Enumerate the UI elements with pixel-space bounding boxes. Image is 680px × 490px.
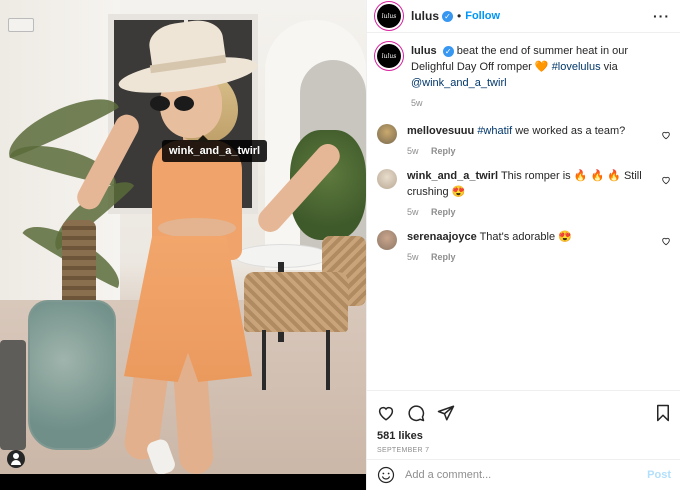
comment-item: wink_and_a_twirl This romper is 🔥 🔥 🔥 St… <box>377 168 671 219</box>
add-comment-input[interactable] <box>405 469 648 481</box>
caption-username[interactable]: lulus <box>411 45 437 57</box>
comment-body: wink_and_a_twirl This romper is 🔥 🔥 🔥 St… <box>407 169 671 219</box>
orange-heart-emoji: 🧡 <box>534 60 549 73</box>
action-bar <box>377 399 671 427</box>
caption-body: lulus ✓ beat the end of summer heat in o… <box>411 44 671 110</box>
comment-time: 5w <box>407 206 419 217</box>
avatar[interactable]: lulus <box>377 4 401 28</box>
comment-item: serenaajoyce That's adorable 😍 5w Reply <box>377 229 671 264</box>
post-actions: 581 likes SEPTEMBER 7 <box>367 390 680 458</box>
comment-username[interactable]: serenaajoyce <box>407 231 477 243</box>
switch-icon <box>8 18 34 32</box>
sunglasses <box>150 96 198 112</box>
caption: lulus lulus ✓ beat the end of summer hea… <box>377 44 671 110</box>
caption-hashtag[interactable]: #lovelulus <box>552 61 601 73</box>
comment-text: That's adorable <box>479 230 556 243</box>
post-side-panel: lulus lulus ✓ • Follow ··· lulus lulus ✓… <box>366 0 680 490</box>
emoji-picker-icon[interactable] <box>377 466 395 484</box>
caption-via: via <box>603 60 618 73</box>
reply-button[interactable]: Reply <box>431 146 456 156</box>
heart-eyes-emoji: 😍 <box>558 230 572 243</box>
comment-username[interactable]: mellovesuuu <box>407 125 474 137</box>
avatar[interactable]: lulus <box>377 44 401 68</box>
likes-count[interactable]: 581 likes <box>377 430 671 442</box>
comment-meta: 5w Reply <box>407 251 653 264</box>
comment-meta: 5w Reply <box>407 145 653 158</box>
comment-text: we worked as a team? <box>515 124 626 137</box>
chair-leg <box>262 330 266 390</box>
comment-meta: 5w Reply <box>407 206 653 219</box>
comment-text: This romper is <box>500 169 571 182</box>
comment-item: mellovesuuu #whatif we worked as a team?… <box>377 123 671 158</box>
commenter-avatar[interactable] <box>377 123 397 144</box>
separator-dot: • <box>457 9 462 23</box>
comment-body: mellovesuuu #whatif we worked as a team?… <box>407 124 671 158</box>
comment-hashtag[interactable]: #whatif <box>477 125 512 137</box>
comment-time: 5w <box>407 145 419 156</box>
header-username[interactable]: lulus <box>411 9 439 23</box>
comment-time: 5w <box>407 251 419 262</box>
like-comment-heart-icon[interactable] <box>661 175 671 185</box>
share-paper-plane-icon[interactable] <box>437 404 455 422</box>
romper-cutout <box>158 218 236 238</box>
caption-time: 5w <box>411 97 423 108</box>
planter-pot <box>28 300 116 450</box>
commenter-avatar[interactable] <box>377 229 397 250</box>
caption-meta: 5w <box>411 97 667 110</box>
post-comment-button[interactable]: Post <box>647 469 671 481</box>
reply-button[interactable]: Reply <box>431 252 456 262</box>
verified-badge-icon: ✓ <box>442 45 454 57</box>
caption-mention[interactable]: @wink_and_a_twirl <box>411 77 507 89</box>
post-date: SEPTEMBER 7 <box>377 447 430 454</box>
post-photo[interactable]: wink_and_a_twirl <box>0 0 366 490</box>
avatar-text: lulus <box>381 12 397 20</box>
avatar-text: lulus <box>381 52 397 60</box>
comments-feed[interactable]: lulus lulus ✓ beat the end of summer hea… <box>367 34 680 390</box>
add-comment-bar: Post <box>367 459 680 490</box>
like-comment-heart-icon[interactable] <box>661 236 671 246</box>
comment-bubble-icon[interactable] <box>407 404 425 422</box>
user-tag-label[interactable]: wink_and_a_twirl <box>162 135 268 162</box>
comment-body: serenaajoyce That's adorable 😍 5w Reply <box>407 230 671 264</box>
follow-button[interactable]: Follow <box>465 10 500 22</box>
photo-scene <box>0 0 366 474</box>
fire-emojis: 🔥 🔥 🔥 <box>573 169 621 182</box>
heart-eyes-emoji: 😍 <box>451 185 466 198</box>
post-header: lulus lulus ✓ • Follow ··· <box>367 0 680 33</box>
more-options-icon[interactable]: ··· <box>653 8 670 24</box>
chair-leg <box>326 330 330 390</box>
stool <box>0 340 26 450</box>
like-comment-heart-icon[interactable] <box>661 130 671 140</box>
reply-button[interactable]: Reply <box>431 207 456 217</box>
like-heart-icon[interactable] <box>377 404 395 422</box>
wicker-chair <box>244 272 348 332</box>
user-tag-icon[interactable] <box>7 450 25 468</box>
save-bookmark-icon[interactable] <box>655 404 671 422</box>
commenter-avatar[interactable] <box>377 168 397 189</box>
verified-badge-icon: ✓ <box>442 10 454 22</box>
comment-username[interactable]: wink_and_a_twirl <box>407 170 498 182</box>
